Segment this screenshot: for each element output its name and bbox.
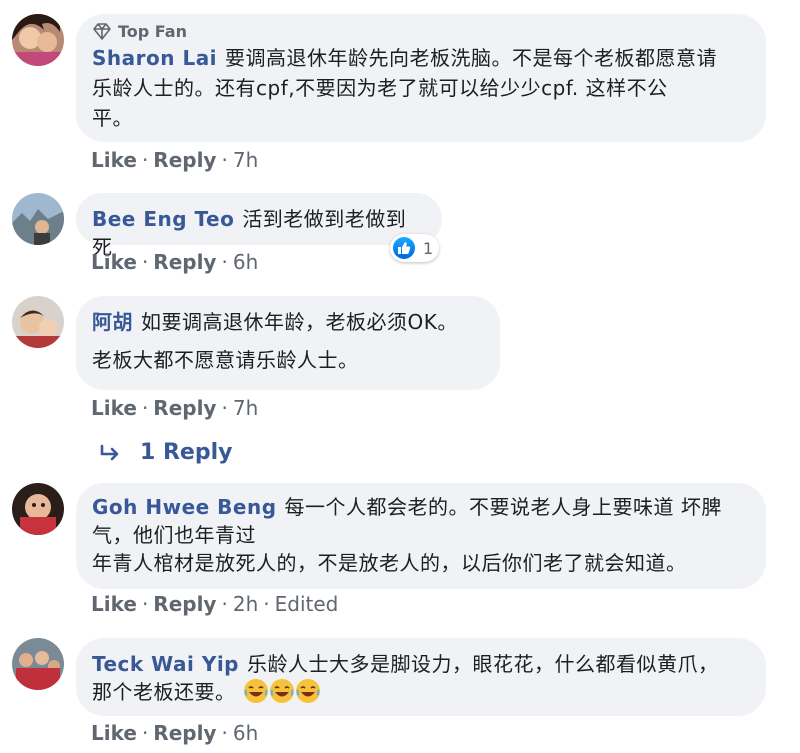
comment-text: 乐龄人士大多是脚设力，眼花花，什么都看似黄爪， bbox=[247, 652, 719, 676]
view-replies-link[interactable]: 1 Reply bbox=[100, 440, 232, 465]
replies-count: 1 Reply bbox=[140, 440, 233, 465]
comment-text: 那个老板还要。 bbox=[92, 680, 236, 704]
author-name[interactable]: Teck Wai Yip bbox=[92, 652, 239, 676]
comment-text: 要调高退休年龄先向老板洗脑。不是每个老板都愿意请 bbox=[225, 46, 718, 70]
author-name[interactable]: Bee Eng Teo bbox=[92, 207, 234, 231]
timestamp[interactable]: 6h bbox=[233, 250, 258, 274]
comment-bubble: 阿胡 如要调高退休年龄，老板必须OK。 老板大都不愿意请乐龄人士。 bbox=[76, 296, 500, 390]
timestamp[interactable]: 6h bbox=[233, 721, 258, 745]
comment-text: 平。 bbox=[92, 106, 133, 130]
comment-actions: Like · Reply · 7h bbox=[91, 396, 259, 420]
author-name[interactable]: Goh Hwee Beng bbox=[92, 495, 277, 519]
edited-label[interactable]: Edited bbox=[275, 592, 339, 616]
comment-text: 如要调高退休年龄，老板必须OK。 bbox=[141, 310, 458, 334]
reaction-count[interactable]: 1 bbox=[390, 234, 440, 262]
reply-link[interactable]: Reply bbox=[153, 148, 216, 172]
avatar[interactable] bbox=[12, 483, 64, 535]
comment-bubble: Teck Wai Yip 乐龄人士大多是脚设力，眼花花，什么都看似黄爪， 那个老板… bbox=[76, 638, 766, 716]
badge-label: Top Fan bbox=[118, 22, 187, 41]
reply-link[interactable]: Reply bbox=[153, 592, 216, 616]
reply-link[interactable]: Reply bbox=[153, 250, 216, 274]
comment-actions: Like · Reply · 6h bbox=[91, 721, 259, 745]
comment-text: 老板大都不愿意请乐龄人士。 bbox=[92, 348, 359, 372]
comment-bubble: Top Fan Sharon Lai 要调高退休年龄先向老板洗脑。不是每个老板都愿… bbox=[76, 14, 766, 142]
comment-text: 乐龄人士的。还有cpf,不要因为老了就可以给少少cpf. 这样不公 bbox=[92, 76, 668, 100]
author-name[interactable]: 阿胡 bbox=[92, 310, 133, 334]
like-link[interactable]: Like bbox=[91, 396, 137, 420]
reply-arrow-icon bbox=[100, 444, 119, 460]
avatar[interactable] bbox=[12, 296, 64, 348]
laughing-emoji-icon bbox=[270, 679, 295, 703]
reply-link[interactable]: Reply bbox=[153, 721, 216, 745]
comment-actions: Like · Reply · 7h bbox=[91, 148, 259, 172]
like-link[interactable]: Like bbox=[91, 721, 137, 745]
comment-text: 气，他们也年青过 bbox=[92, 523, 256, 547]
laughing-emoji-icon bbox=[244, 679, 269, 703]
top-fan-badge: Top Fan bbox=[92, 22, 750, 41]
comment-bubble: Bee Eng Teo 活到老做到老做到死 bbox=[76, 193, 442, 259]
comment-text: 每一个人都会老的。不要说老人身上要味道 坏脾 bbox=[284, 495, 722, 519]
like-reaction-icon bbox=[393, 237, 415, 259]
comment-actions: Like · Reply · 6h bbox=[91, 250, 259, 274]
reaction-number: 1 bbox=[423, 238, 434, 258]
timestamp[interactable]: 7h bbox=[233, 396, 258, 420]
author-name[interactable]: Sharon Lai bbox=[92, 46, 217, 70]
timestamp[interactable]: 7h bbox=[233, 148, 258, 172]
avatar[interactable] bbox=[12, 638, 64, 690]
timestamp[interactable]: 2h bbox=[233, 592, 258, 616]
diamond-icon bbox=[93, 22, 111, 40]
reply-link[interactable]: Reply bbox=[153, 396, 216, 420]
avatar[interactable] bbox=[12, 14, 64, 66]
comment-actions: Like · Reply · 2h · Edited bbox=[91, 592, 339, 616]
like-link[interactable]: Like bbox=[91, 148, 137, 172]
avatar[interactable] bbox=[12, 193, 64, 245]
like-link[interactable]: Like bbox=[91, 250, 137, 274]
comment-text: 年青人棺材是放死人的，不是放老人的，以后你们老了就会知道。 bbox=[92, 551, 687, 575]
laughing-emoji-icon bbox=[296, 679, 321, 703]
like-link[interactable]: Like bbox=[91, 592, 137, 616]
comment-bubble: Goh Hwee Beng 每一个人都会老的。不要说老人身上要味道 坏脾 气，他们… bbox=[76, 483, 766, 589]
